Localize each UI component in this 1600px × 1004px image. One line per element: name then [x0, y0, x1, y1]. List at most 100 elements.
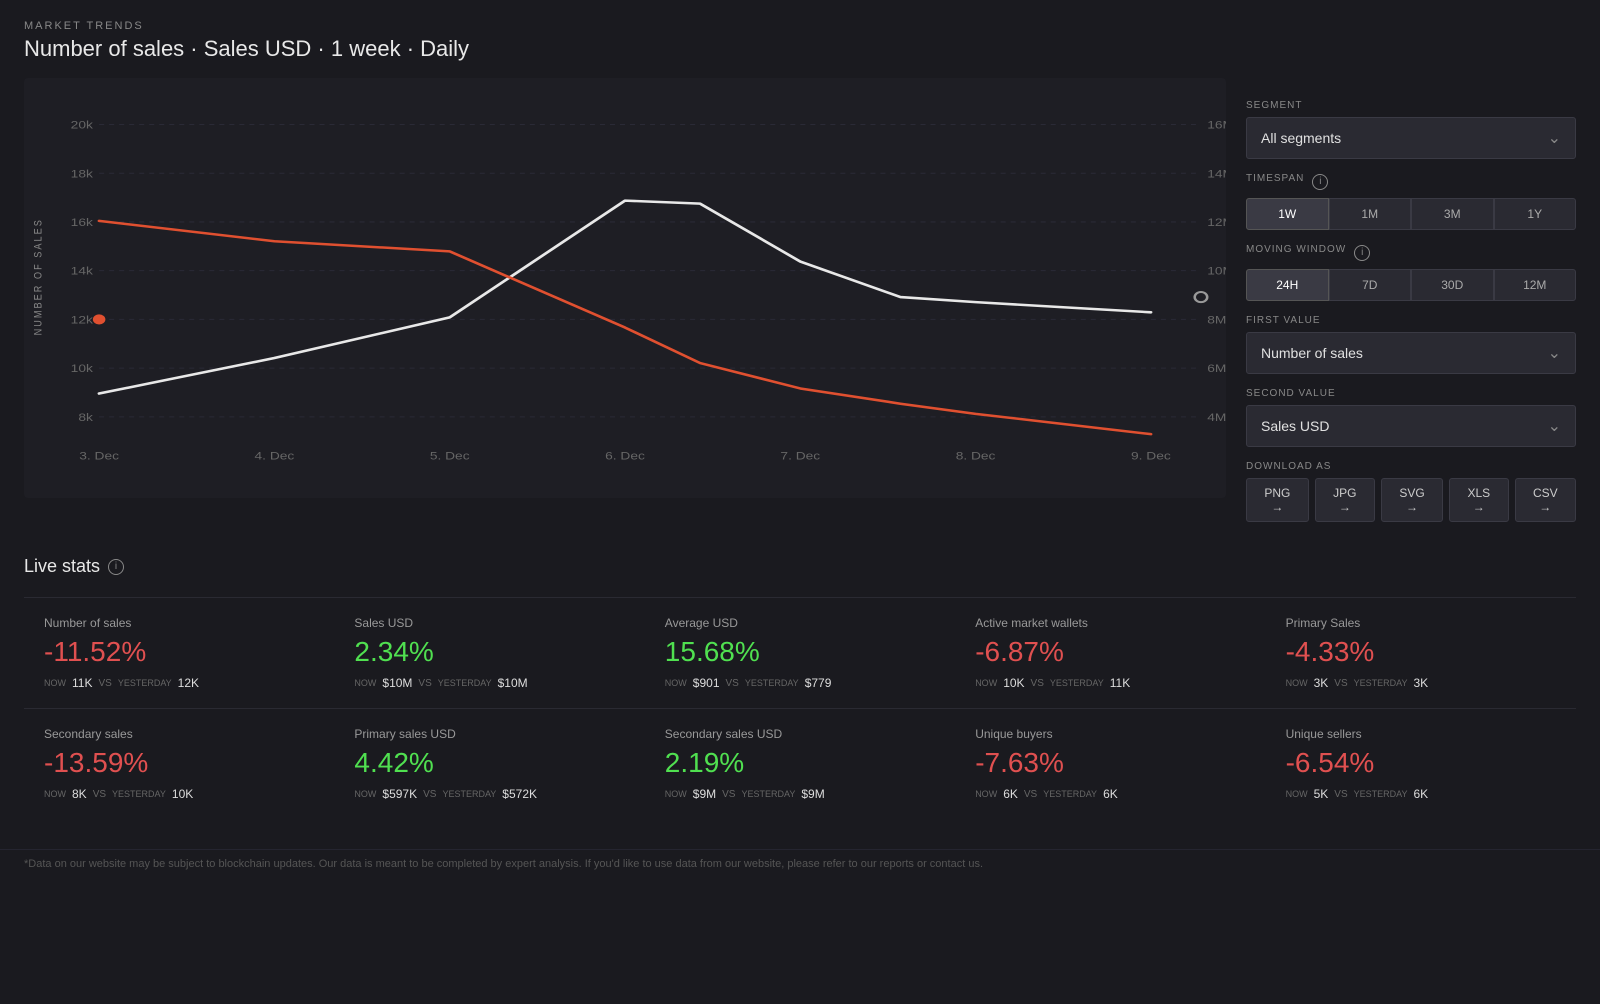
stat-card: Primary Sales -4.33% NOW 3K VS YESTERDAY… [1266, 597, 1576, 708]
first-value-section: First value Number of sales ⌄ [1246, 315, 1576, 374]
download-xls-btn[interactable]: XLS → [1449, 478, 1509, 522]
stat-now-yesterday: NOW 5K VS YESTERDAY 6K [1286, 787, 1556, 801]
footer-note: *Data on our website may be subject to b… [0, 849, 1600, 878]
download-svg-btn[interactable]: SVG → [1381, 478, 1443, 522]
yesterday-val: $10M [498, 676, 528, 690]
vs-label: VS [93, 789, 106, 800]
stat-pct: 15.68% [665, 636, 935, 668]
mw-30d-btn[interactable]: 30D [1411, 269, 1494, 301]
stat-now-yesterday: NOW 8K VS YESTERDAY 10K [44, 787, 314, 801]
stat-card: Sales USD 2.34% NOW $10M VS YESTERDAY $1… [334, 597, 644, 708]
now-label: NOW [354, 789, 376, 799]
stats-grid-row2: Secondary sales -13.59% NOW 8K VS YESTER… [24, 708, 1576, 819]
now-label: NOW [44, 678, 66, 688]
now-val: 10K [1003, 676, 1024, 690]
stat-now-yesterday: NOW $597K VS YESTERDAY $572K [354, 787, 624, 801]
stat-now-yesterday: NOW 3K VS YESTERDAY 3K [1286, 676, 1556, 690]
stat-card: Average USD 15.68% NOW $901 VS YESTERDAY… [645, 597, 955, 708]
now-val: 8K [72, 787, 87, 801]
stat-label: Unique buyers [975, 727, 1245, 741]
stat-pct: -6.54% [1286, 747, 1556, 779]
stat-pct: -11.52% [44, 636, 314, 668]
stat-label: Secondary sales [44, 727, 314, 741]
second-value-value: Sales USD [1261, 418, 1329, 434]
download-png-btn[interactable]: PNG → [1246, 478, 1309, 522]
now-label: NOW [1286, 678, 1308, 688]
stat-pct: -6.87% [975, 636, 1245, 668]
timespan-section: TIMESPAN i 1W 1M 3M 1Y [1246, 173, 1576, 230]
app-label: Market Trends [24, 20, 1226, 32]
svg-text:3. Dec: 3. Dec [79, 450, 119, 462]
vs-label: VS [1334, 789, 1347, 800]
stat-card: Active market wallets -6.87% NOW 10K VS … [955, 597, 1265, 708]
segment-section: Segment All segments ⌄ [1246, 100, 1576, 159]
stat-label: Average USD [665, 616, 935, 630]
stat-now-yesterday: NOW $901 VS YESTERDAY $779 [665, 676, 935, 690]
stat-now-yesterday: NOW 10K VS YESTERDAY 11K [975, 676, 1245, 690]
yesterday-val: 3K [1413, 676, 1428, 690]
timespan-3m-btn[interactable]: 3M [1411, 198, 1494, 230]
second-value-dropdown[interactable]: Sales USD ⌄ [1246, 405, 1576, 447]
svg-text:9. Dec: 9. Dec [1131, 450, 1171, 462]
live-stats-section: Live stats i Number of sales -11.52% NOW… [0, 536, 1600, 839]
now-label: NOW [44, 789, 66, 799]
svg-text:6. Dec: 6. Dec [605, 450, 645, 462]
live-stats-info-icon[interactable]: i [108, 559, 124, 575]
svg-text:NUMBER OF SALES: NUMBER OF SALES [33, 218, 45, 335]
stat-now-yesterday: NOW $9M VS YESTERDAY $9M [665, 787, 935, 801]
now-val: $901 [693, 676, 720, 690]
mw-7d-btn[interactable]: 7D [1329, 269, 1412, 301]
timespan-1w-btn[interactable]: 1W [1246, 198, 1329, 230]
vs-label: VS [1024, 789, 1037, 800]
download-label: DOWNLOAD AS [1246, 461, 1576, 472]
segment-dropdown[interactable]: All segments ⌄ [1246, 117, 1576, 159]
mw-12m-btn[interactable]: 12M [1494, 269, 1577, 301]
live-stats-title: Live stats i [24, 556, 1576, 577]
stat-label: Sales USD [354, 616, 624, 630]
stat-now-yesterday: NOW $10M VS YESTERDAY $10M [354, 676, 624, 690]
yesterday-val: $9M [801, 787, 824, 801]
stat-pct: 2.19% [665, 747, 935, 779]
vs-label: VS [722, 789, 735, 800]
download-jpg-btn[interactable]: JPG → [1315, 478, 1375, 522]
moving-window-info-icon[interactable]: i [1354, 245, 1370, 261]
yesterday-label: YESTERDAY [1354, 789, 1408, 799]
svg-text:12M: 12M [1207, 216, 1226, 228]
first-value-dropdown[interactable]: Number of sales ⌄ [1246, 332, 1576, 374]
svg-text:16k: 16k [71, 216, 94, 228]
yesterday-label: YESTERDAY [745, 678, 799, 688]
stat-card: Secondary sales USD 2.19% NOW $9M VS YES… [645, 708, 955, 819]
first-value-value: Number of sales [1261, 345, 1363, 361]
first-value-arrow-icon: ⌄ [1548, 343, 1561, 363]
stat-card: Number of sales -11.52% NOW 11K VS YESTE… [24, 597, 334, 708]
stat-label: Secondary sales USD [665, 727, 935, 741]
segment-arrow-icon: ⌄ [1548, 128, 1561, 148]
stat-card: Unique sellers -6.54% NOW 5K VS YESTERDA… [1266, 708, 1576, 819]
mw-24h-btn[interactable]: 24H [1246, 269, 1329, 301]
yesterday-val: 6K [1103, 787, 1118, 801]
moving-window-label: MOVING WINDOW [1246, 244, 1346, 255]
stat-label: Primary Sales [1286, 616, 1556, 630]
svg-text:10k: 10k [71, 362, 94, 374]
svg-text:5. Dec: 5. Dec [430, 450, 470, 462]
now-label: NOW [975, 678, 997, 688]
stat-pct: -4.33% [1286, 636, 1556, 668]
yesterday-label: YESTERDAY [112, 789, 166, 799]
stat-label: Primary sales USD [354, 727, 624, 741]
timespan-1m-btn[interactable]: 1M [1329, 198, 1412, 230]
stats-grid-row1: Number of sales -11.52% NOW 11K VS YESTE… [24, 597, 1576, 708]
now-val: 11K [72, 676, 92, 690]
timespan-info-icon[interactable]: i [1312, 174, 1328, 190]
yesterday-label: YESTERDAY [1050, 678, 1104, 688]
now-val: 3K [1314, 676, 1329, 690]
moving-window-section: MOVING WINDOW i 24H 7D 30D 12M [1246, 244, 1576, 301]
stat-now-yesterday: NOW 11K VS YESTERDAY 12K [44, 676, 314, 690]
download-csv-btn[interactable]: CSV → [1515, 478, 1576, 522]
yesterday-val: 10K [172, 787, 193, 801]
svg-text:16M: 16M [1207, 119, 1226, 131]
now-val: $10M [382, 676, 412, 690]
yesterday-val: $572K [502, 787, 537, 801]
svg-text:14M: 14M [1207, 167, 1226, 179]
timespan-1y-btn[interactable]: 1Y [1494, 198, 1577, 230]
download-section: DOWNLOAD AS PNG → JPG → SVG → XLS → CSV … [1246, 461, 1576, 522]
